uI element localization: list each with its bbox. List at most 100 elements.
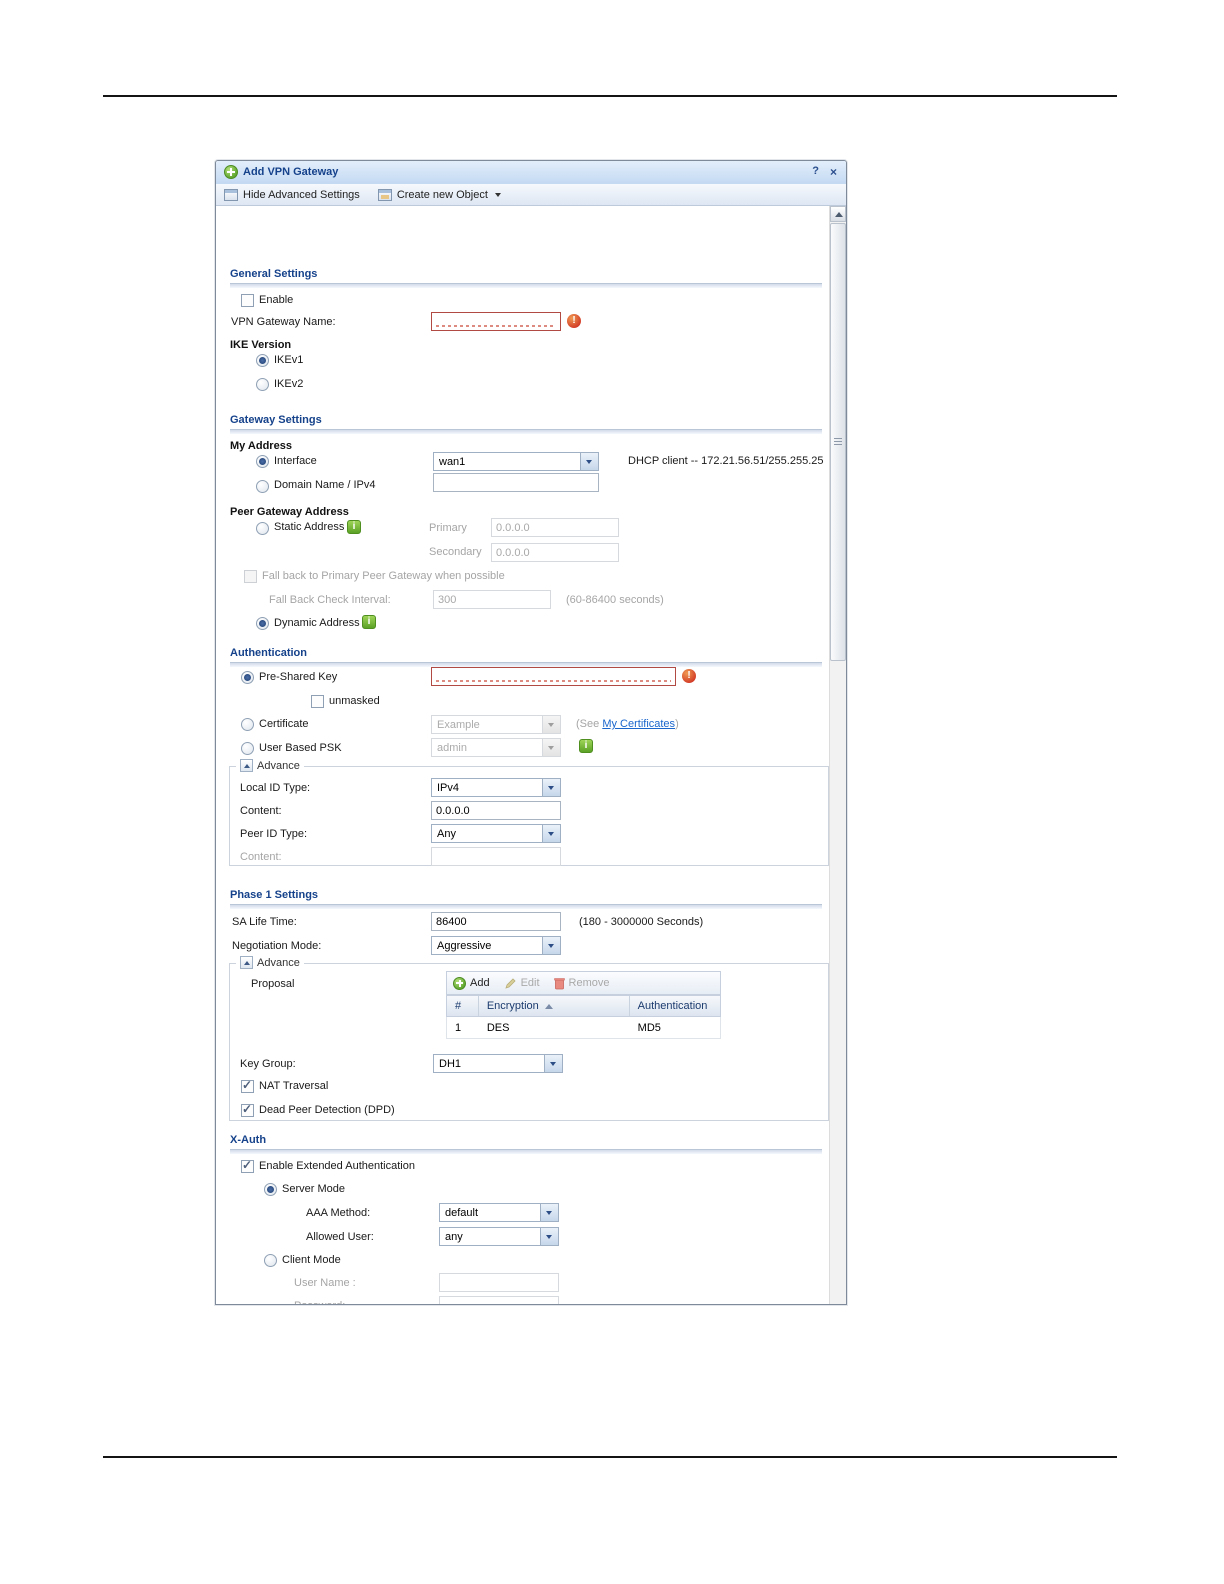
dpd-checkbox[interactable] (241, 1102, 254, 1117)
page-top-rule (103, 95, 1117, 97)
static-address-label: Static Address (274, 521, 345, 533)
key-group-select[interactable]: DH1 (433, 1054, 563, 1073)
add-button[interactable]: Add (453, 976, 490, 990)
proposal-table-row[interactable]: 1 DES MD5 (446, 1017, 721, 1039)
scrollbar-thumb[interactable] (830, 223, 846, 661)
pre-shared-key-input[interactable] (431, 667, 676, 686)
proposal-label: Proposal (251, 978, 295, 990)
fall-back-interval-input[interactable]: 300 (433, 590, 551, 609)
peer-id-type-select[interactable]: Any (431, 824, 561, 843)
negotiation-mode-select[interactable]: Aggressive (431, 936, 561, 955)
peer-id-type-label: Peer ID Type: (240, 828, 308, 840)
add-vpn-gateway-dialog: Add VPN Gateway ? × Hide Advanced Settin… (215, 160, 847, 1305)
peer-content-input[interactable] (431, 847, 561, 866)
interface-radio[interactable] (256, 455, 269, 468)
sort-asc-icon (544, 1003, 553, 1009)
user-based-psk-radio[interactable] (241, 742, 254, 755)
col-authentication[interactable]: Authentication (630, 996, 720, 1016)
enable-label: Enable (259, 294, 294, 306)
nat-traversal-checkbox[interactable] (241, 1078, 254, 1093)
unmasked-checkbox[interactable] (311, 695, 324, 708)
dialog-titlebar[interactable]: Add VPN Gateway ? × (216, 161, 846, 185)
interface-select[interactable]: wan1 (433, 452, 599, 471)
user-based-psk-select[interactable]: admin (431, 738, 561, 757)
user-name-input[interactable] (439, 1273, 559, 1292)
user-based-psk-select-value: admin (437, 742, 467, 754)
server-mode-label: Server Mode (282, 1183, 345, 1195)
edit-label: Edit (520, 977, 540, 989)
info-icon (579, 739, 593, 753)
my-certificates-link[interactable]: My Certificates (602, 718, 675, 730)
advance-label: Advance (257, 956, 300, 969)
scroll-up-icon[interactable] (830, 206, 846, 222)
chevron-down-icon[interactable] (544, 1055, 562, 1072)
content-input[interactable]: 0.0.0.0 (431, 801, 561, 820)
vpn-gateway-name-input[interactable] (431, 312, 561, 331)
chevron-down-icon[interactable] (542, 937, 560, 954)
domain-name-input[interactable] (433, 473, 599, 492)
phase1-settings-heading: Phase 1 Settings (230, 889, 319, 901)
chevron-down-icon[interactable] (540, 1204, 558, 1221)
chevron-down-icon[interactable] (580, 453, 598, 470)
ike-version-heading: IKE Version (230, 339, 292, 351)
see-open: (See (576, 718, 600, 730)
key-group-label: Key Group: (240, 1058, 296, 1070)
certificate-radio[interactable] (241, 718, 254, 731)
dialog-title: Add VPN Gateway (243, 166, 339, 178)
section-divider (230, 1149, 822, 1154)
error-icon (567, 314, 581, 328)
chevron-down-icon[interactable] (540, 1228, 558, 1245)
static-address-radio[interactable] (256, 522, 269, 535)
create-new-object-button[interactable]: Create new Object (377, 188, 501, 201)
collapse-up-icon[interactable] (240, 956, 253, 969)
help-icon[interactable]: ? (812, 165, 819, 177)
allowed-user-select[interactable]: any (439, 1227, 559, 1246)
ikev2-radio[interactable] (256, 378, 269, 391)
fall-back-label: Fall back to Primary Peer Gateway when p… (262, 570, 505, 582)
negotiation-mode-label: Negotiation Mode: (232, 940, 322, 952)
chevron-down-icon[interactable] (542, 779, 560, 796)
auth-advance-legend: Advance (236, 759, 304, 772)
dialog-toolbar: Hide Advanced Settings Create new Object (216, 184, 846, 206)
password-input[interactable] (439, 1296, 559, 1304)
ikev1-radio[interactable] (256, 354, 269, 367)
remove-button[interactable]: Remove (553, 977, 610, 990)
aaa-method-select[interactable]: default (439, 1203, 559, 1222)
dynamic-address-radio[interactable] (256, 617, 269, 630)
section-divider (230, 904, 822, 909)
domain-name-label: Domain Name / IPv4 (274, 479, 376, 491)
pre-shared-key-radio[interactable] (241, 671, 254, 684)
client-mode-label: Client Mode (282, 1254, 341, 1266)
negotiation-mode-value: Aggressive (437, 940, 492, 952)
fall-back-checkbox[interactable] (244, 570, 257, 583)
server-mode-radio[interactable] (264, 1183, 277, 1196)
ikev2-label: IKEv2 (274, 378, 304, 390)
client-mode-radio[interactable] (264, 1254, 277, 1267)
secondary-input[interactable]: 0.0.0.0 (491, 543, 619, 562)
col-encryption[interactable]: Encryption (479, 996, 630, 1016)
collapse-up-icon[interactable] (240, 759, 253, 772)
domain-name-radio[interactable] (256, 480, 269, 493)
close-icon[interactable]: × (830, 165, 837, 179)
allowed-user-value: any (445, 1231, 463, 1243)
enable-extended-auth-checkbox[interactable] (241, 1158, 254, 1173)
enable-checkbox[interactable] (241, 294, 254, 307)
primary-input[interactable]: 0.0.0.0 (491, 518, 619, 537)
my-address-heading: My Address (230, 440, 292, 452)
section-divider (230, 283, 822, 288)
certificate-select[interactable]: Example (431, 715, 561, 734)
dpd-label: Dead Peer Detection (DPD) (259, 1104, 395, 1116)
vpn-gateway-name-label: VPN Gateway Name: (231, 316, 336, 328)
edit-button[interactable]: Edit (504, 977, 540, 990)
dialog-content: General Settings Enable VPN Gateway Name… (216, 206, 846, 1304)
add-icon (453, 976, 466, 990)
vertical-scrollbar[interactable] (829, 206, 846, 1304)
xauth-heading: X-Auth (230, 1134, 267, 1146)
sa-life-time-input[interactable]: 86400 (431, 912, 561, 931)
chevron-down-icon[interactable] (542, 825, 560, 842)
col-number[interactable]: # (447, 996, 479, 1016)
add-label: Add (470, 977, 490, 989)
local-id-type-select[interactable]: IPv4 (431, 778, 561, 797)
hide-advanced-settings-button[interactable]: Hide Advanced Settings (224, 188, 360, 201)
section-divider (230, 429, 822, 434)
